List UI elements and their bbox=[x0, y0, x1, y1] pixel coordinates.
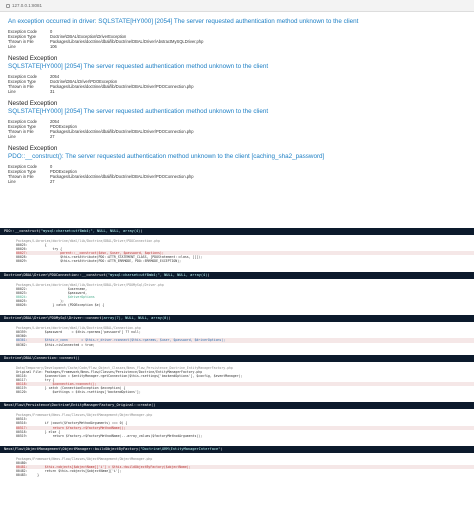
trace-frame-header[interactable]: Doctrine\DBAL\Driver\PDOMySql\Driver::co… bbox=[0, 315, 474, 323]
code-snippet: Packages/Libraries/doctrine/dbal/lib/Doc… bbox=[0, 322, 474, 348]
code-line: 00483: } bbox=[16, 473, 40, 478]
trace-close: ) bbox=[220, 446, 223, 451]
trace-call: PDO::__construct( bbox=[4, 229, 41, 233]
exception-title: SQLSTATE[HY000] [2054] The server reques… bbox=[8, 63, 269, 70]
trace-args: "Doctrine\ORM\EntityManagerInterface" bbox=[140, 446, 221, 451]
exception-title: SQLSTATE[HY000] [2054] The server reques… bbox=[8, 108, 269, 115]
trace-call: Neos\Flow\Persistence\Doctrine\EntityMan… bbox=[4, 403, 156, 408]
code-snippet: Packages/Framework/Neos.Flow/Classes/Obj… bbox=[0, 409, 474, 440]
exception-meta: Exception Code 2054 Exception Type Doctrin… bbox=[8, 74, 468, 94]
exception-file: Packages/Libraries/doctrine/dbal/lib/Doc… bbox=[50, 39, 204, 44]
meta-label: Line bbox=[8, 134, 16, 139]
trace-frame-header[interactable]: Doctrine\DBAL\Connection::connect() bbox=[0, 354, 474, 362]
code-line: 00519: return $factory->$factoryMethodNa… bbox=[16, 433, 203, 438]
nested-exception-heading: Nested Exception bbox=[8, 55, 58, 62]
trace-call: Doctrine\DBAL\Driver\PDOConnection::__co… bbox=[4, 272, 108, 277]
browser-address-bar[interactable]: 127.0.0.1:8081 bbox=[0, 0, 474, 12]
exception-file: Packages/Libraries/doctrine/dbal/lib/Doc… bbox=[50, 174, 194, 179]
trace-args: "mysql:charset=utf8mb4;", NULL, NULL, ar… bbox=[40, 229, 141, 233]
exception-line: 27 bbox=[50, 179, 55, 184]
trace-frame: Doctrine\DBAL\Driver\PDOMySql\Driver::co… bbox=[0, 315, 474, 348]
trace-args: array(7), NULL, NULL, array(0) bbox=[103, 316, 169, 321]
trace-frame: Neos\Flow\Persistence\Doctrine\EntityMan… bbox=[0, 402, 474, 440]
trace-args: "mysql:charset=utf8mb4;", NULL, NULL, ar… bbox=[107, 272, 208, 277]
trace-frame-header[interactable]: Neos\Flow\Persistence\Doctrine\EntityMan… bbox=[0, 402, 474, 410]
code-line: 00029: $this->setAttribute(PDO::ATTR_ERR… bbox=[16, 259, 182, 264]
code-line: 00120: $settings = $this->settings['back… bbox=[16, 390, 141, 395]
trace-frame-header[interactable]: PDO::__construct("mysql:charset=utf8mb4;… bbox=[0, 228, 474, 235]
nested-exception-block: Nested Exception SQLSTATE[HY000] [2054] … bbox=[8, 100, 468, 139]
code-snippet: Packages/Framework/Neos.Flow/Classes/Obj… bbox=[0, 453, 474, 479]
exception-meta: Exception Code 0 Exception Type PDOExcepti… bbox=[8, 164, 468, 184]
trace-frame: Doctrine\DBAL\Driver\PDOConnection::__co… bbox=[0, 271, 474, 310]
code-line: 00362: $this->isConnected = true; bbox=[16, 342, 95, 347]
trace-frame-header[interactable]: Neos\Flow\ObjectManagement\ObjectManager… bbox=[0, 445, 474, 453]
stack-trace: PDO::__construct("mysql:charset=utf8mb4;… bbox=[0, 228, 474, 479]
exception-file: Packages/Libraries/doctrine/dbal/lib/Doc… bbox=[50, 129, 194, 134]
trace-close: ) bbox=[168, 316, 171, 321]
code-snippet: Packages/Libraries/doctrine/dbal/lib/Doc… bbox=[0, 279, 474, 310]
exception-file: Packages/Libraries/doctrine/dbal/lib/Doc… bbox=[50, 84, 194, 89]
trace-close: ) bbox=[140, 229, 143, 233]
trace-frame-header[interactable]: Doctrine\DBAL\Driver\PDOConnection::__co… bbox=[0, 271, 474, 279]
code-snippet: Packages/Libraries/doctrine/dbal/lib/Doc… bbox=[0, 235, 474, 266]
trace-call: Neos\Flow\ObjectManagement\ObjectManager… bbox=[4, 446, 141, 451]
exception-block: An exception occurred in driver: SQLSTAT… bbox=[8, 18, 468, 49]
nested-exception-heading: Nested Exception bbox=[8, 100, 58, 107]
nested-exception-block: Nested Exception PDO::__construct(): The… bbox=[8, 145, 468, 184]
exception-meta: Exception Code 0 Exception Type Doctrine\D… bbox=[8, 29, 468, 49]
trace-close: ) bbox=[207, 272, 210, 277]
exception-title: PDO::__construct(): The server requested… bbox=[8, 153, 325, 160]
exception-line: 31 bbox=[50, 89, 55, 94]
meta-label: Line bbox=[8, 179, 16, 184]
meta-label: Line bbox=[8, 44, 16, 49]
trace-frame: PDO::__construct("mysql:charset=utf8mb4;… bbox=[0, 228, 474, 266]
nested-exception-block: Nested Exception SQLSTATE[HY000] [2054] … bbox=[8, 55, 468, 94]
trace-call: Doctrine\DBAL\Driver\PDOMySql\Driver::co… bbox=[4, 316, 104, 321]
code-snippet: Data/Temporary/Development/Cache/Code/Fl… bbox=[0, 362, 474, 397]
exception-title: An exception occurred in driver: SQLSTAT… bbox=[8, 18, 359, 25]
browser-url: 127.0.0.1:8081 bbox=[12, 3, 43, 8]
trace-frame: Doctrine\DBAL\Connection::connect() Data… bbox=[0, 354, 474, 397]
exception-line: 106 bbox=[50, 44, 57, 49]
exception-meta: Exception Code 2054 Exception Type PDOExce… bbox=[8, 119, 468, 139]
nested-exception-heading: Nested Exception bbox=[8, 145, 58, 152]
exception-summary: An exception occurred in driver: SQLSTAT… bbox=[8, 14, 468, 184]
trace-frame: Neos\Flow\ObjectManagement\ObjectManager… bbox=[0, 445, 474, 479]
meta-label: Line bbox=[8, 89, 16, 94]
info-icon[interactable] bbox=[6, 3, 10, 8]
exception-line: 27 bbox=[50, 134, 55, 139]
code-line: 00026: } catch (PDOException $e) { bbox=[16, 303, 105, 308]
trace-call: Doctrine\DBAL\Connection::connect() bbox=[4, 355, 80, 360]
